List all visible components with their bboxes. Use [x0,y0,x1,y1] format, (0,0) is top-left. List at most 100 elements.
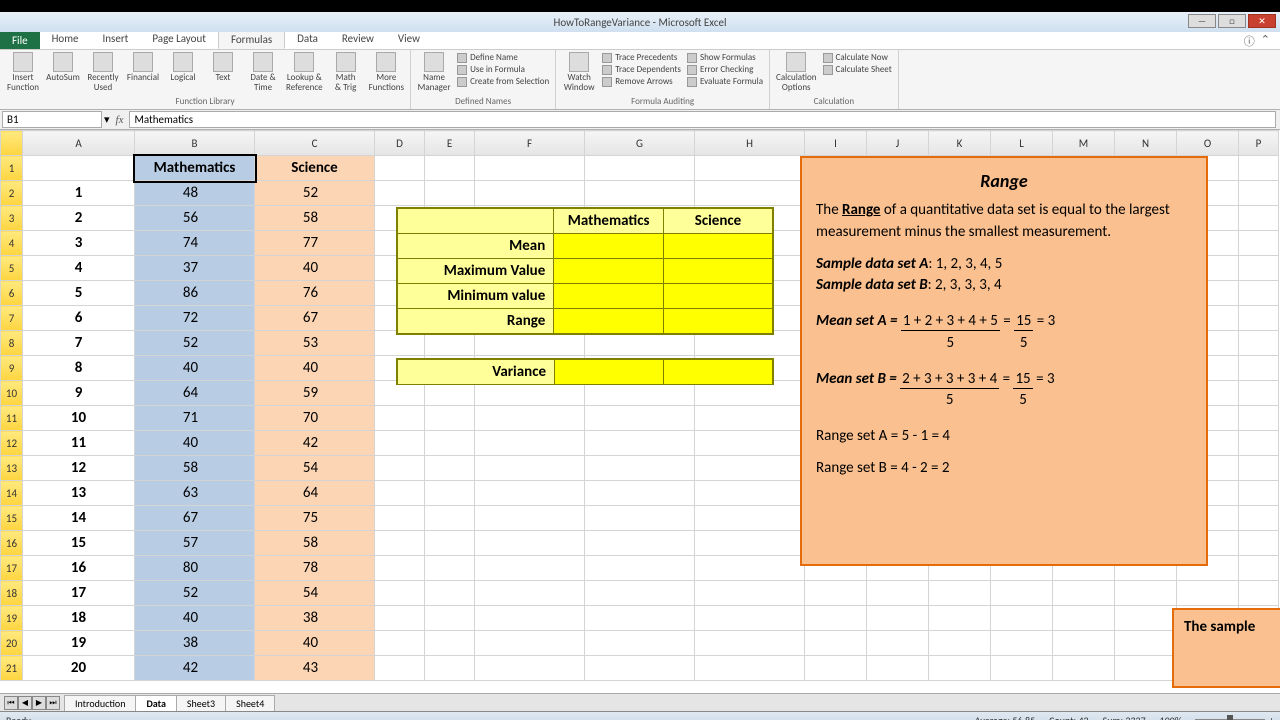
evaluate-formula-button[interactable]: Evaluate Formula [687,76,763,87]
stats-cell[interactable] [664,284,773,309]
cell-G16[interactable] [585,531,695,556]
cell-A10[interactable]: 9 [23,381,135,406]
cell-C10[interactable]: 59 [255,381,375,406]
recently-usedbutton[interactable]: RecentlyUsed [86,52,120,92]
formula-input[interactable]: Mathematics [129,111,1276,128]
cell-F1[interactable] [475,156,585,181]
cell-A20[interactable]: 19 [23,631,135,656]
watch-windowbutton[interactable]: WatchWindow [562,52,596,92]
cell-P15[interactable] [1239,506,1279,531]
cell-G1[interactable] [585,156,695,181]
cell-M20[interactable] [1053,631,1115,656]
cell-C4[interactable]: 77 [255,231,375,256]
cell-A19[interactable]: 18 [23,606,135,631]
tab-prev-icon[interactable]: ◀ [18,696,32,710]
autosum-button[interactable]: AutoSum [46,52,80,83]
cell-C18[interactable]: 54 [255,581,375,606]
use-in-formula-button[interactable]: Use in Formula [457,64,549,75]
cell-K20[interactable] [929,631,991,656]
cell-E16[interactable] [425,531,475,556]
cell-C11[interactable]: 70 [255,406,375,431]
cell-H13[interactable] [695,456,805,481]
more-functionsbutton[interactable]: MoreFunctions [369,52,404,92]
row-header-9[interactable]: 9 [1,356,23,381]
cell-F11[interactable] [475,406,585,431]
cell-L18[interactable] [991,581,1053,606]
cell-A11[interactable]: 10 [23,406,135,431]
cell-E20[interactable] [425,631,475,656]
cell-A17[interactable]: 16 [23,556,135,581]
col-header-L[interactable]: L [991,131,1053,156]
cell-B6[interactable]: 86 [135,281,255,306]
variance-math-cell[interactable] [555,360,664,385]
tab-first-icon[interactable]: ⏮ [4,696,18,710]
cell-E12[interactable] [425,431,475,456]
cell-F18[interactable] [475,581,585,606]
tab-insert[interactable]: Insert [91,30,141,49]
trace-precedents-button[interactable]: Trace Precedents [602,52,681,63]
cell-E19[interactable] [425,606,475,631]
stats-cell[interactable] [664,234,773,259]
cell-G20[interactable] [585,631,695,656]
row-header-13[interactable]: 13 [1,456,23,481]
tab-view[interactable]: View [386,30,432,49]
col-header-F[interactable]: F [475,131,585,156]
cell-C1[interactable]: Science [255,156,375,181]
row-header-17[interactable]: 17 [1,556,23,581]
cell-E2[interactable] [425,181,475,206]
cell-B13[interactable]: 58 [135,456,255,481]
row-header-12[interactable]: 12 [1,431,23,456]
calculation-optionsbutton[interactable]: CalculationOptions [776,52,817,92]
calculate-sheet-button[interactable]: Calculate Sheet [823,64,892,75]
sheet-tab-introduction[interactable]: Introduction [64,695,136,711]
cell-H12[interactable] [695,431,805,456]
cell-I19[interactable] [805,606,867,631]
cell-A18[interactable]: 17 [23,581,135,606]
cell-F16[interactable] [475,531,585,556]
cell-K21[interactable] [929,656,991,681]
cell-N19[interactable] [1115,606,1177,631]
ribbon-minimize-icon[interactable]: ⌃ [1261,33,1270,49]
cell-L21[interactable] [991,656,1053,681]
cell-B7[interactable]: 72 [135,306,255,331]
stats-cell[interactable] [554,284,664,309]
cell-B15[interactable]: 67 [135,506,255,531]
cell-C8[interactable]: 53 [255,331,375,356]
cell-E21[interactable] [425,656,475,681]
worksheet-grid[interactable]: ABCDEFGHIJKLMNOP1MathematicsScience21485… [0,130,1280,693]
cell-H19[interactable] [695,606,805,631]
col-header-A[interactable]: A [23,131,135,156]
cell-H14[interactable] [695,481,805,506]
cell-H16[interactable] [695,531,805,556]
row-header-18[interactable]: 18 [1,581,23,606]
cell-I20[interactable] [805,631,867,656]
row-header-2[interactable]: 2 [1,181,23,206]
zoom-in-icon[interactable]: + [1269,714,1274,720]
cell-C13[interactable]: 54 [255,456,375,481]
cell-D12[interactable] [375,431,425,456]
cell-A4[interactable]: 3 [23,231,135,256]
error-checking-button[interactable]: Error Checking [687,64,763,75]
stats-cell[interactable] [554,234,664,259]
cell-P10[interactable] [1239,381,1279,406]
cell-P2[interactable] [1239,181,1279,206]
cell-H20[interactable] [695,631,805,656]
cell-J18[interactable] [867,581,929,606]
col-header-E[interactable]: E [425,131,475,156]
cell-F13[interactable] [475,456,585,481]
cell-H1[interactable] [695,156,805,181]
cell-A14[interactable]: 13 [23,481,135,506]
cell-I18[interactable] [805,581,867,606]
cell-H2[interactable] [695,181,805,206]
cell-G2[interactable] [585,181,695,206]
cell-B12[interactable]: 40 [135,431,255,456]
cell-C9[interactable]: 40 [255,356,375,381]
cell-G13[interactable] [585,456,695,481]
cell-B9[interactable]: 40 [135,356,255,381]
cell-A3[interactable]: 2 [23,206,135,231]
cell-P18[interactable] [1239,581,1279,606]
cell-M21[interactable] [1053,656,1115,681]
row-header-16[interactable]: 16 [1,531,23,556]
cell-J19[interactable] [867,606,929,631]
cell-A1[interactable] [23,156,135,181]
